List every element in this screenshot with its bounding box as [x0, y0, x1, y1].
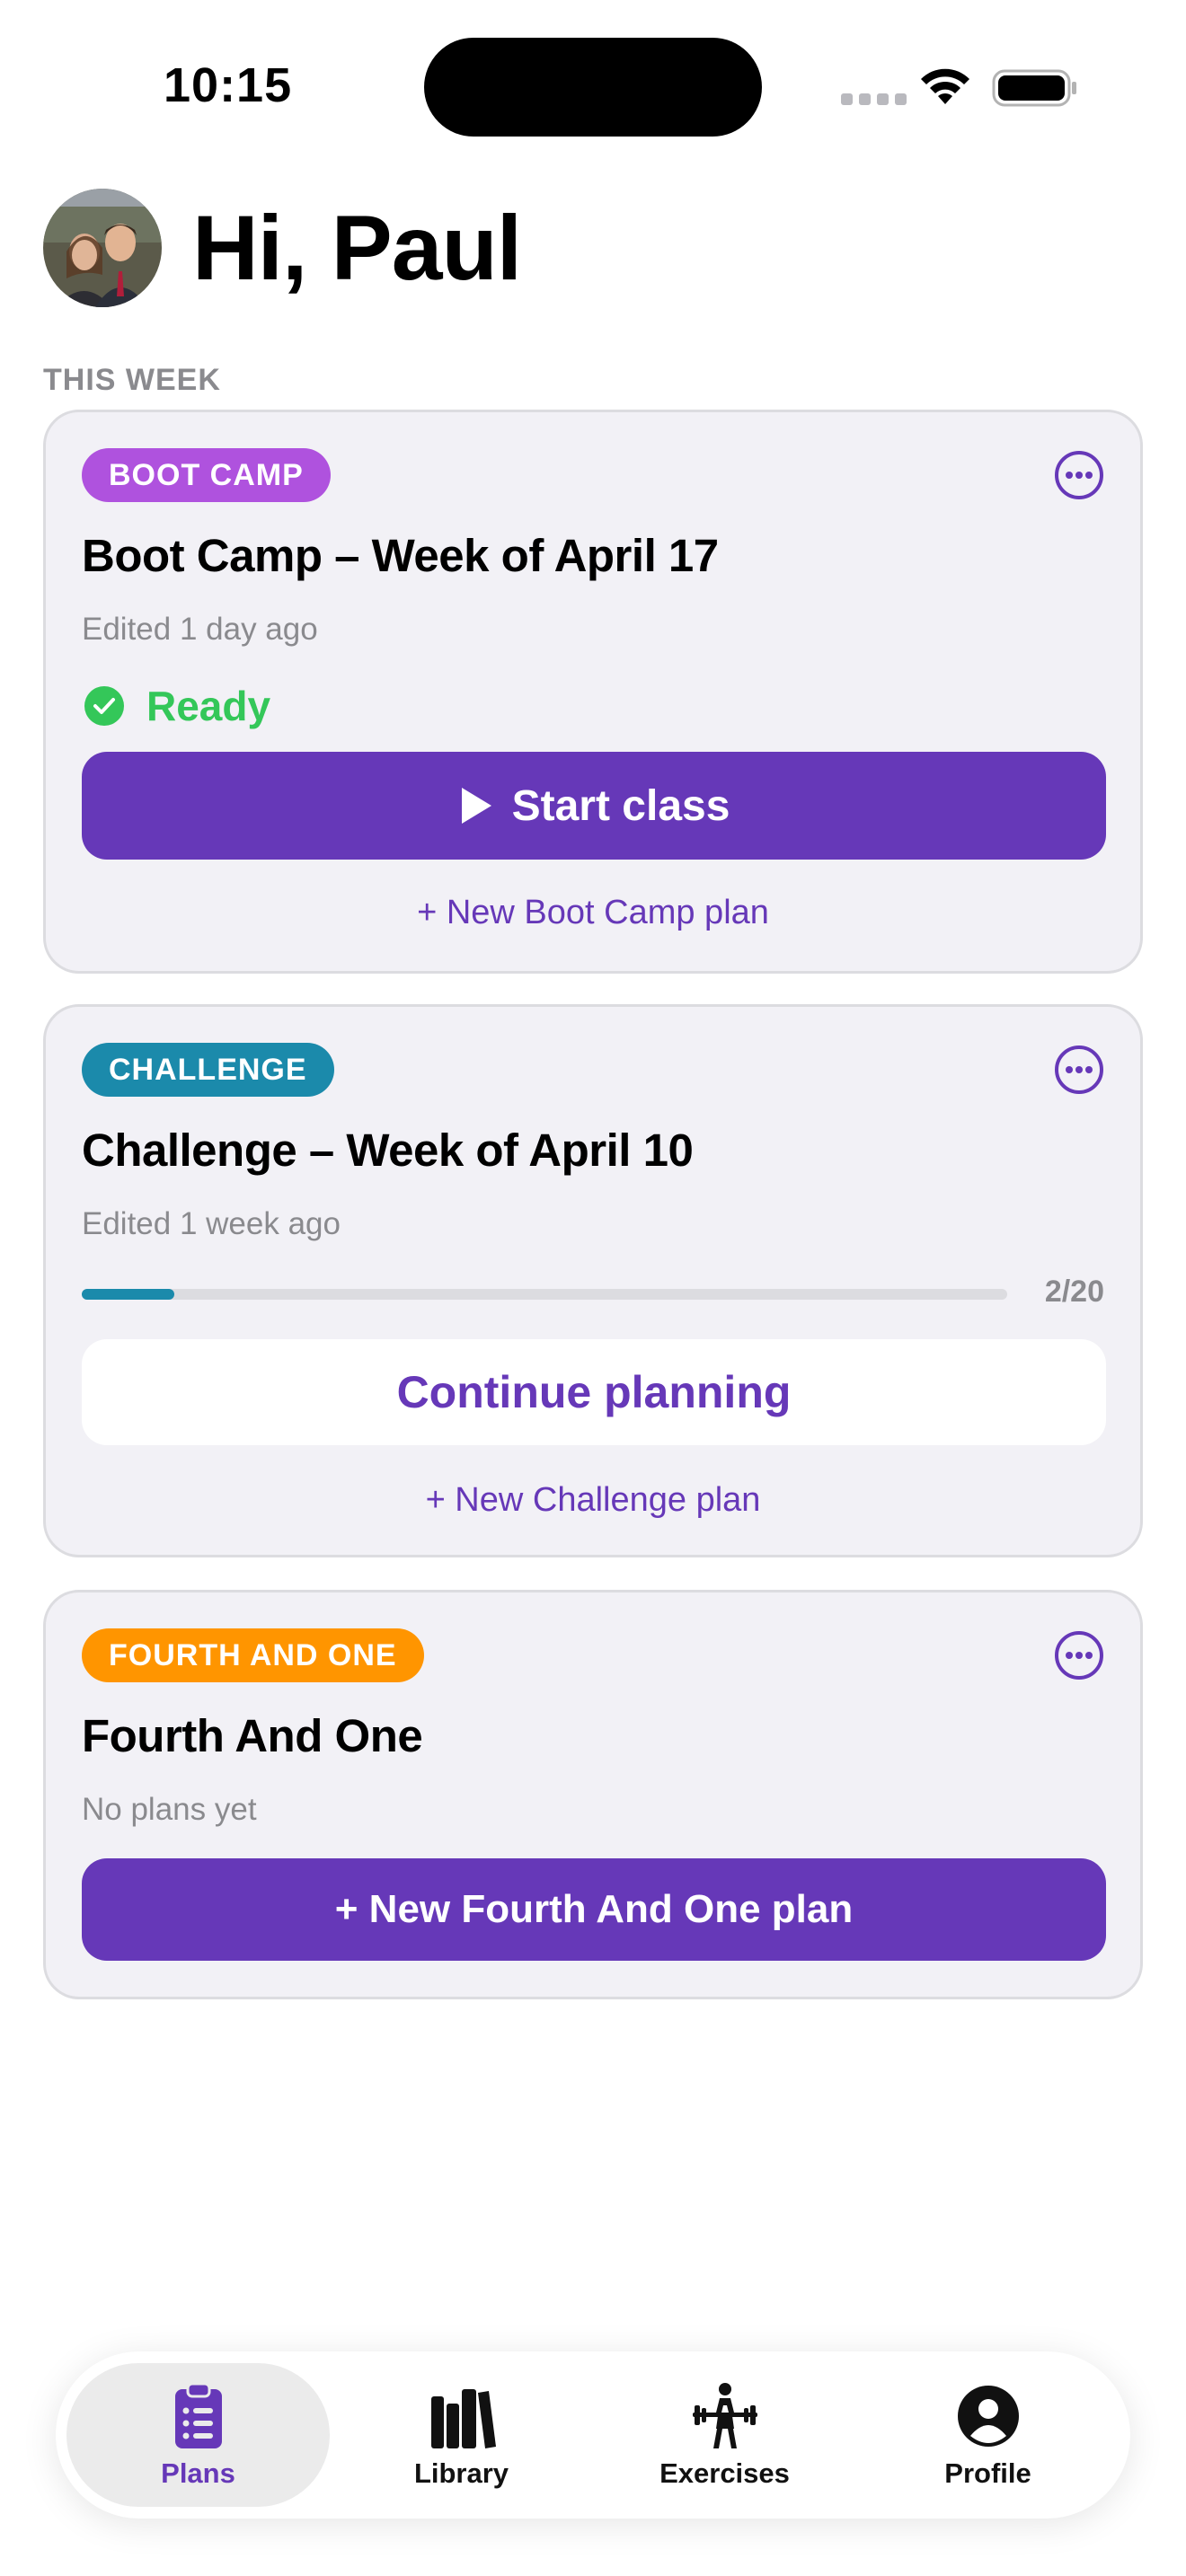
tab-label: Plans	[161, 2457, 235, 2489]
class-card-challenge: CHALLENGE Challenge – Week of April 10 E…	[43, 1004, 1143, 1557]
card-title: Challenge – Week of April 10	[82, 1125, 694, 1176]
status-time: 10:15	[164, 58, 293, 112]
new-challenge-plan-link[interactable]: + New Challenge plan	[46, 1481, 1140, 1520]
start-class-label: Start class	[511, 781, 730, 830]
progress-fill	[82, 1289, 174, 1300]
class-card-boot-camp: BOOT CAMP Boot Camp – Week of April 17 E…	[43, 410, 1143, 974]
play-icon	[461, 788, 491, 824]
tab-profile[interactable]: Profile	[856, 2363, 1120, 2507]
more-options-icon[interactable]	[1054, 1630, 1104, 1681]
tab-bar: Plans Library Exercises Profile	[56, 2351, 1130, 2519]
cellular-signal-icon	[841, 93, 907, 105]
start-class-button[interactable]: Start class	[82, 752, 1106, 860]
dynamic-island	[424, 38, 762, 137]
more-options-icon[interactable]	[1054, 1045, 1104, 1095]
tab-label: Profile	[944, 2457, 1031, 2489]
checkmark-circle-icon	[84, 686, 124, 726]
card-title: Fourth And One	[82, 1710, 423, 1761]
clipboard-list-icon	[174, 2382, 222, 2448]
more-options-icon[interactable]	[1054, 450, 1104, 500]
edited-timestamp: Edited 1 week ago	[82, 1206, 341, 1241]
category-tag: CHALLENGE	[82, 1043, 334, 1097]
section-label: THIS WEEK	[43, 363, 221, 397]
tab-exercises[interactable]: Exercises	[593, 2363, 856, 2507]
tab-label: Library	[413, 2457, 509, 2489]
new-boot-camp-plan-link[interactable]: + New Boot Camp plan	[46, 894, 1140, 932]
class-card-fourth-and-one: FOURTH AND ONE Fourth And One No plans y…	[43, 1590, 1143, 1999]
books-icon	[430, 2389, 496, 2448]
status-bar: 10:15	[0, 0, 1186, 171]
progress-count: 2/20	[1044, 1275, 1104, 1309]
category-tag: BOOT CAMP	[82, 448, 331, 502]
person-circle-icon	[957, 2386, 1019, 2447]
planning-progress-bar	[82, 1289, 1007, 1300]
plans-status: No plans yet	[82, 1792, 257, 1827]
continue-planning-button[interactable]: Continue planning	[82, 1339, 1106, 1445]
tab-label: Exercises	[659, 2457, 790, 2489]
avatar[interactable]	[43, 189, 162, 307]
greeting-title: Hi, Paul	[192, 197, 522, 299]
tab-plans[interactable]: Plans	[66, 2363, 330, 2507]
card-title: Boot Camp – Week of April 17	[82, 530, 719, 581]
edited-timestamp: Edited 1 day ago	[82, 612, 318, 647]
battery-icon	[992, 69, 1076, 107]
new-fourth-and-one-plan-button[interactable]: + New Fourth And One plan	[82, 1858, 1106, 1961]
weightlifter-icon	[692, 2383, 757, 2448]
wifi-icon	[921, 68, 969, 104]
tab-library[interactable]: Library	[330, 2363, 593, 2507]
category-tag: FOURTH AND ONE	[82, 1628, 424, 1682]
status-row: Ready	[84, 682, 270, 730]
status-text: Ready	[146, 683, 271, 729]
